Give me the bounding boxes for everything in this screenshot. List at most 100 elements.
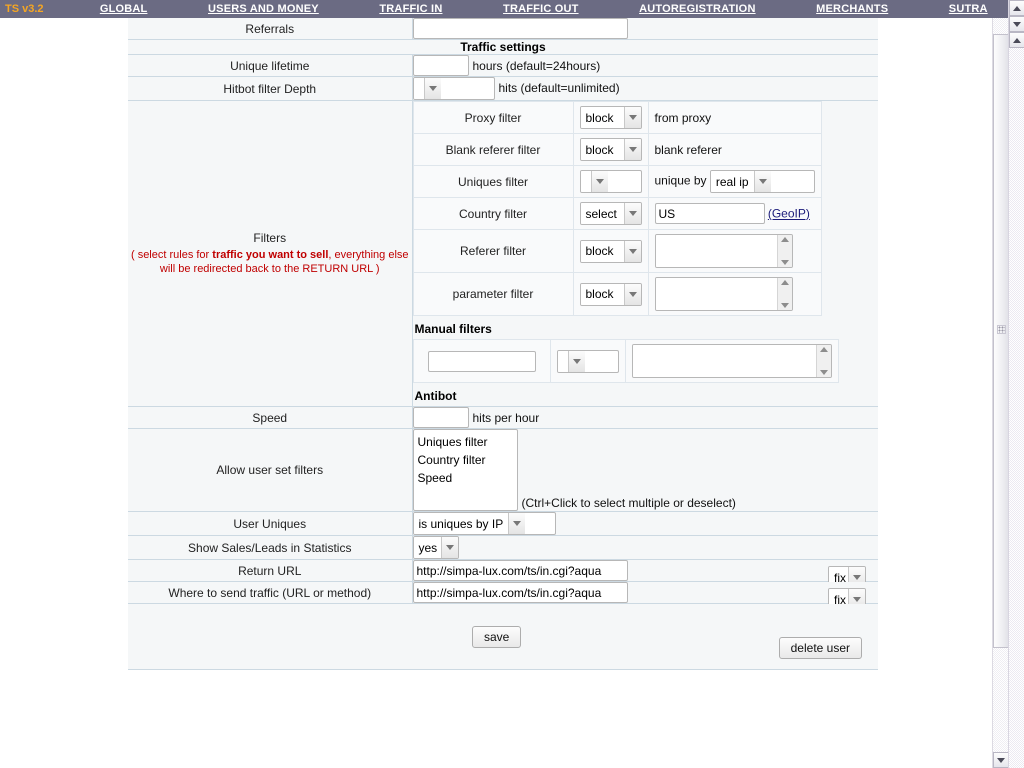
proxy-filter-control-cell: block — [572, 101, 649, 134]
inner-scroll-down-button[interactable] — [993, 752, 1009, 768]
allow-user-set-filters-listbox[interactable]: Uniques filter Country filter Speed — [412, 429, 518, 511]
inner-scrollbar-thumb[interactable] — [993, 34, 1009, 648]
list-item[interactable]: Uniques filter — [418, 433, 513, 451]
send-traffic-input[interactable] — [412, 582, 628, 603]
referer-filter-textarea[interactable] — [654, 234, 793, 268]
nav-link-autoregistration[interactable]: AUTOREGISTRATION — [639, 3, 755, 15]
return-url-input[interactable] — [412, 560, 628, 581]
chevron-down-icon — [1013, 21, 1021, 27]
blank-referer-filter-select[interactable]: block — [579, 138, 642, 161]
user-uniques-select[interactable]: is uniques by IP — [412, 512, 556, 535]
chevron-down-icon — [590, 171, 608, 192]
unique-lifetime-input[interactable] — [412, 55, 469, 76]
list-item[interactable]: Country filter — [418, 451, 513, 469]
proxy-filter-label: Proxy filter — [412, 101, 574, 134]
textarea-scrollbar[interactable] — [776, 235, 792, 267]
manual-filter-textarea[interactable] — [631, 344, 832, 378]
blank-referer-filter-control-cell: block — [572, 133, 649, 166]
speed-input[interactable] — [412, 407, 469, 428]
traffic-settings-section-header: Traffic settings — [128, 39, 878, 55]
table-row: User Uniques is uniques by IP — [128, 511, 878, 536]
uniques-filter-label: Uniques filter — [412, 165, 574, 198]
proxy-filter-extra: from proxy — [647, 101, 822, 134]
top-navigation-bar: TS v3.2 GLOBAL USERS AND MONEY TRAFFIC I… — [0, 0, 1024, 18]
form-footer: save delete user — [128, 603, 878, 670]
country-filter-select[interactable]: select — [579, 202, 642, 225]
nav-link-traffic-out[interactable]: TRAFFIC OUT — [503, 3, 579, 15]
list-item[interactable]: Speed — [418, 469, 513, 487]
chevron-down-icon — [753, 171, 771, 192]
referrals-input[interactable] — [412, 18, 628, 39]
chevron-down-icon — [623, 203, 641, 224]
hitbot-filter-depth-select[interactable] — [412, 77, 495, 100]
chevron-down-icon — [623, 240, 641, 262]
table-row: Where to send traffic (URL or method) fi… — [128, 581, 878, 611]
table-row: Show Sales/Leads in Statistics yes — [128, 535, 878, 560]
country-filter-input[interactable] — [654, 203, 765, 224]
table-row: Allow user set filters Uniques filter Co… — [128, 428, 878, 512]
blank-referer-filter-label: Blank referer filter — [412, 133, 574, 166]
speed-label: Speed — [128, 406, 413, 429]
page-scroll-up-button[interactable] — [1009, 0, 1024, 16]
geoip-link[interactable]: (GeoIP) — [768, 207, 810, 221]
save-button[interactable]: save — [472, 625, 522, 648]
referer-filter-select[interactable]: block — [579, 239, 642, 263]
manual-filters-title: Manual filters — [414, 322, 492, 336]
chevron-down-icon — [623, 107, 641, 128]
page-scrollbar[interactable] — [1008, 0, 1024, 768]
country-filter-control-cell: select — [572, 197, 649, 230]
filters-label-cell: Filters ( select rules for traffic you w… — [128, 100, 413, 407]
referrals-label: Referrals — [128, 18, 413, 40]
nav-link-global[interactable]: GLOBAL — [100, 3, 148, 15]
referer-filter-control-cell: block — [572, 229, 649, 273]
nav-link-merchants[interactable]: MERCHANTS — [816, 3, 888, 15]
delete-user-button[interactable]: delete user — [778, 637, 862, 659]
table-row: Unique lifetime hours (default=24hours) — [128, 54, 878, 77]
chevron-up-icon — [1013, 37, 1021, 43]
table-row: Blank referer filter block blank referer — [412, 133, 822, 166]
manual-filter-select[interactable] — [556, 349, 619, 373]
proxy-filter-select[interactable]: block — [579, 106, 642, 129]
inner-scroll-up-button[interactable] — [1009, 32, 1024, 48]
scroll-up-icon — [780, 280, 789, 285]
unique-by-label: unique by — [654, 173, 707, 188]
uniques-filter-value — [580, 171, 591, 192]
parameter-filter-textarea-value — [655, 278, 777, 310]
inner-frame-scrollbar[interactable] — [992, 18, 1009, 768]
settings-table: Referrals Traffic settings Unique lifeti… — [128, 18, 878, 670]
user-uniques-label: User Uniques — [128, 511, 413, 536]
filters-note: ( select rules for traffic you want to s… — [128, 248, 412, 276]
user-uniques-value: is uniques by IP — [413, 513, 509, 534]
nav-link-sutra[interactable]: SUTRA — [949, 3, 988, 15]
chevron-down-icon — [440, 537, 458, 558]
chevron-down-icon — [997, 757, 1005, 763]
nav-link-traffic-in[interactable]: TRAFFIC IN — [379, 3, 442, 15]
user-uniques-field-cell: is uniques by IP — [412, 511, 878, 536]
scroll-down-icon — [819, 370, 828, 375]
parameter-filter-textarea[interactable] — [654, 277, 793, 311]
table-row: parameter filter block — [412, 272, 822, 316]
blank-referer-filter-value: block — [580, 139, 624, 160]
textarea-scrollbar[interactable] — [815, 345, 831, 377]
table-row: Hitbot filter Depth hits (default=unlimi… — [128, 76, 878, 101]
manual-filter-select-value — [557, 350, 568, 372]
referer-filter-extra — [647, 229, 822, 273]
uniques-filter-select[interactable] — [579, 170, 642, 193]
parameter-filter-select[interactable]: block — [579, 282, 642, 306]
manual-filter-textarea-cell — [624, 339, 839, 383]
show-sales-leads-select[interactable]: yes — [412, 536, 459, 559]
app-logo: TS v3.2 — [5, 3, 44, 15]
textarea-scrollbar[interactable] — [776, 278, 792, 310]
scroll-down-icon — [780, 303, 789, 308]
page-scroll-top-buttons — [1009, 0, 1024, 48]
parameter-filter-extra — [647, 272, 822, 316]
unique-by-select[interactable]: real ip — [709, 170, 815, 193]
filters-note-prefix: ( select rules for — [130, 249, 213, 261]
nav-link-users-and-money[interactable]: USERS AND MONEY — [208, 3, 319, 15]
page-scroll-down-button[interactable] — [1009, 16, 1024, 32]
table-row: Return URL fix — [128, 559, 878, 589]
table-row: Referer filter block — [412, 229, 822, 273]
manual-filter-input[interactable] — [427, 350, 536, 372]
filters-note-bold: traffic you want to sell — [212, 249, 329, 261]
unique-lifetime-label: Unique lifetime — [128, 54, 413, 77]
